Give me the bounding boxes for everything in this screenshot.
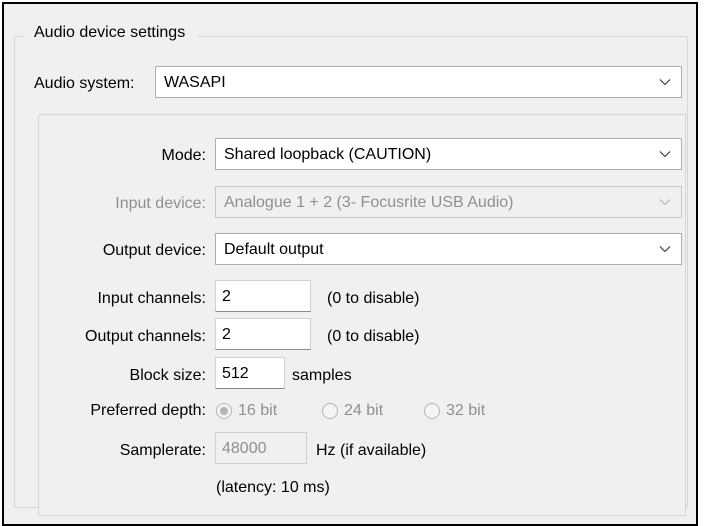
audio-system-value: WASAPI bbox=[164, 74, 226, 91]
output-device-value: Default output bbox=[224, 241, 324, 258]
samplerate-label: Samplerate: bbox=[119, 442, 206, 459]
input-channels-hint: (0 to disable) bbox=[327, 290, 420, 307]
depth-24bit-label: 24 bit bbox=[344, 402, 384, 419]
output-channels-value: 2 bbox=[222, 326, 231, 343]
chevron-down-icon bbox=[659, 199, 671, 206]
block-size-unit: samples bbox=[292, 367, 352, 384]
audio-system-label: Audio system: bbox=[34, 75, 135, 92]
input-channels-value: 2 bbox=[222, 288, 231, 305]
mode-label: Mode: bbox=[161, 147, 206, 164]
group-title: Audio device settings bbox=[24, 24, 198, 42]
block-size-label: Block size: bbox=[129, 367, 206, 384]
input-device-value: Analogue 1 + 2 (3- Focusrite USB Audio) bbox=[224, 194, 514, 211]
output-device-label: Output device: bbox=[102, 242, 206, 259]
samplerate-value: 48000 bbox=[222, 440, 267, 457]
output-channels-input[interactable]: 2 bbox=[215, 318, 311, 350]
latency-text: (latency: 10 ms) bbox=[216, 479, 330, 496]
samplerate-input[interactable]: 48000 bbox=[215, 432, 307, 464]
block-size-input[interactable]: 512 bbox=[215, 357, 285, 389]
depth-32bit-radio[interactable] bbox=[424, 403, 440, 419]
output-channels-hint: (0 to disable) bbox=[327, 328, 420, 345]
depth-32bit-label: 32 bit bbox=[446, 402, 486, 419]
block-size-value: 512 bbox=[222, 365, 249, 382]
input-device-dropdown[interactable]: Analogue 1 + 2 (3- Focusrite USB Audio) bbox=[215, 186, 682, 218]
input-channels-input[interactable]: 2 bbox=[215, 280, 311, 312]
depth-16bit-radio[interactable] bbox=[216, 403, 232, 419]
chevron-down-icon bbox=[659, 151, 671, 158]
samplerate-unit: Hz (if available) bbox=[316, 442, 427, 459]
chevron-down-icon bbox=[659, 79, 671, 86]
preferred-depth-label: Preferred depth: bbox=[90, 402, 206, 419]
chevron-down-icon bbox=[659, 246, 671, 253]
mode-value: Shared loopback (CAUTION) bbox=[224, 146, 432, 163]
audio-system-dropdown[interactable]: WASAPI bbox=[155, 66, 682, 98]
output-device-dropdown[interactable]: Default output bbox=[215, 233, 682, 265]
input-device-label: Input device: bbox=[115, 195, 206, 212]
mode-dropdown[interactable]: Shared loopback (CAUTION) bbox=[215, 138, 682, 170]
depth-16bit-label: 16 bit bbox=[238, 402, 278, 419]
output-channels-label: Output channels: bbox=[85, 328, 206, 345]
input-channels-label: Input channels: bbox=[97, 290, 206, 307]
depth-24bit-radio[interactable] bbox=[322, 403, 338, 419]
